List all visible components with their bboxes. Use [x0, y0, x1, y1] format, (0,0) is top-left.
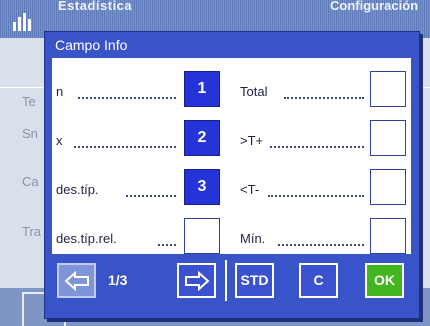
dotted-leader [278, 242, 364, 246]
dotted-leader [268, 193, 364, 197]
field-t-minus-checkbox[interactable] [370, 169, 406, 205]
arrow-right-icon [184, 270, 210, 292]
field-label-x: x [56, 133, 63, 148]
field-t-plus-checkbox[interactable] [370, 120, 406, 156]
dialog-title: Campo Info [55, 37, 128, 53]
background-row-label: Tra [22, 224, 42, 239]
field-des-tip-rel-checkbox[interactable] [184, 218, 220, 254]
previous-page-button[interactable] [57, 263, 96, 298]
dotted-leader [270, 144, 364, 148]
campo-info-dialog: Campo Info n 1 x 2 des.típ. 3 des.típ.re… [44, 31, 420, 319]
field-label-t-minus: <T- [240, 182, 260, 197]
field-label-n: n [56, 84, 64, 99]
next-page-button[interactable] [177, 263, 216, 298]
ok-button[interactable]: OK [365, 263, 404, 298]
dotted-leader [74, 144, 176, 148]
field-min-checkbox[interactable] [370, 218, 406, 254]
field-label-t-plus: >T+ [240, 133, 264, 148]
clear-button[interactable]: C [299, 263, 338, 298]
field-n-checkbox[interactable]: 1 [184, 71, 220, 107]
background-row-label: Te [22, 94, 36, 109]
field-label-min: Mín. [240, 231, 266, 246]
background-title-right: Configuración [330, 0, 419, 13]
screen: Estadística Configuración Te Sn Ca Tra C… [0, 0, 430, 326]
footer-divider [225, 260, 227, 301]
statistics-icon [13, 13, 31, 31]
dialog-body: n 1 x 2 des.típ. 3 des.típ.rel. Total >T… [52, 58, 411, 254]
arrow-left-icon [63, 270, 89, 292]
dotted-leader [158, 242, 176, 246]
background-title: Estadística [58, 0, 133, 13]
field-label-des-tip: des.típ. [56, 182, 99, 197]
background-row-label: Sn [22, 126, 38, 141]
dotted-leader [126, 193, 176, 197]
std-button[interactable]: STD [235, 263, 274, 298]
field-label-des-tip-rel: des.típ.rel. [56, 231, 117, 246]
dotted-leader [78, 95, 176, 99]
field-total-checkbox[interactable] [370, 71, 406, 107]
dotted-leader [284, 95, 364, 99]
field-label-total: Total [240, 84, 268, 99]
background-row-label: Ca [22, 174, 39, 189]
page-indicator: 1/3 [108, 272, 128, 288]
field-x-checkbox[interactable]: 2 [184, 120, 220, 156]
field-des-tip-checkbox[interactable]: 3 [184, 169, 220, 205]
